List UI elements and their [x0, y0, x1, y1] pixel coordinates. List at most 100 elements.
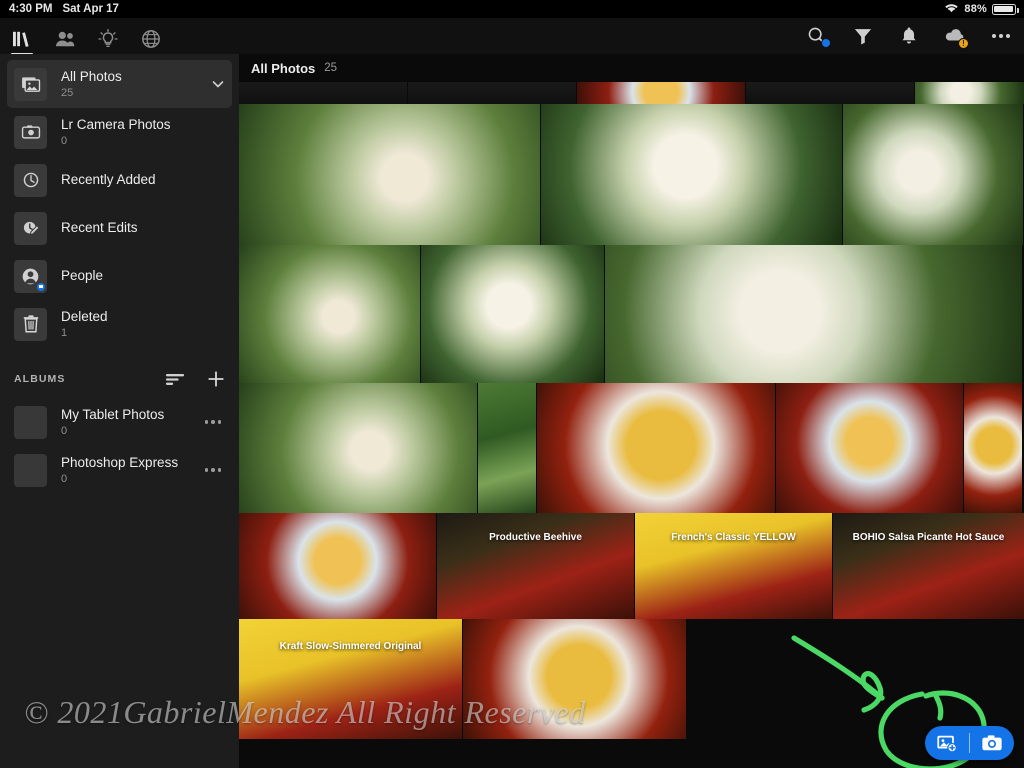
sidebar-item-text: My Tablet Photos 0: [61, 407, 164, 438]
plus-icon[interactable]: [207, 370, 225, 388]
person-badge-icon: [14, 259, 47, 293]
filter-icon[interactable]: [852, 25, 874, 47]
album-overflow-menu-icon[interactable]: [204, 468, 226, 472]
album-cover-thumbnail: [14, 453, 47, 487]
albums-section-header: ALBUMS: [14, 362, 225, 396]
page-title: All Photos: [251, 60, 316, 76]
sidebar-item-label: Lr Camera Photos: [61, 116, 171, 132]
app-top-navigation: !: [0, 18, 1024, 55]
sidebar-album-photoshop-express[interactable]: Photoshop Express 0: [7, 446, 232, 494]
photo-thumb[interactable]: [239, 104, 540, 245]
chevron-down-icon[interactable]: [211, 77, 225, 91]
sidebar-item-deleted[interactable]: Deleted 1: [7, 300, 232, 348]
photo-thumb-image: [635, 513, 832, 619]
photo-thumb-image: [463, 619, 686, 739]
photo-thumb-image: [239, 104, 540, 245]
photo-thumb[interactable]: BOHIO Salsa Picante Hot Sauce: [833, 513, 1024, 619]
photo-thumb[interactable]: [478, 383, 536, 513]
sidebar-item-lr-camera-photos[interactable]: Lr Camera Photos 0: [7, 108, 232, 156]
photo-thumb[interactable]: [537, 383, 775, 513]
battery-icon: [992, 3, 1019, 15]
photo-thumb-image: [833, 513, 1024, 619]
photo-thumb[interactable]: [964, 383, 1022, 513]
notifications-bell-icon[interactable]: [898, 25, 920, 47]
photo-thumb[interactable]: [408, 82, 576, 104]
sidebar-item-people[interactable]: People: [7, 252, 232, 300]
photo-thumb[interactable]: [843, 104, 1023, 245]
status-bar-right: 88%: [944, 2, 1024, 16]
photo-thumb-image: [541, 104, 842, 245]
photo-thumb-image: [537, 383, 775, 513]
photos-stack-icon: [14, 67, 47, 101]
recent-edits-icon: [14, 211, 47, 245]
battery-percent-label: 88%: [964, 3, 987, 15]
community-globe-icon[interactable]: [138, 24, 164, 54]
photo-thumb-image: [746, 82, 914, 104]
content-header: All Photos 25: [239, 54, 1024, 82]
sidebar-item-recent-edits[interactable]: Recent Edits: [7, 204, 232, 252]
photo-thumb-product-text: Kraft Slow-Simmered Original: [279, 640, 422, 652]
photo-thumb[interactable]: [746, 82, 914, 104]
sidebar-item-all-photos[interactable]: All Photos 25: [7, 60, 232, 108]
people-icon[interactable]: [52, 24, 78, 54]
photo-thumb[interactable]: [541, 104, 842, 245]
floating-action-button: [925, 726, 1014, 760]
photo-thumb[interactable]: [421, 245, 604, 383]
add-photo-icon[interactable]: [925, 726, 969, 760]
learn-bulb-icon[interactable]: [95, 24, 121, 54]
photo-thumb[interactable]: French's Classic YELLOW: [635, 513, 832, 619]
photo-thumb-product-text: BOHIO Salsa Picante Hot Sauce: [852, 532, 1005, 544]
photo-thumb[interactable]: [776, 383, 963, 513]
photo-thumb[interactable]: [239, 513, 436, 619]
photo-thumb[interactable]: [239, 82, 407, 104]
album-label: Photoshop Express: [61, 454, 179, 470]
search-badge: [821, 38, 831, 48]
photo-thumb[interactable]: Kraft Slow-Simmered Original: [239, 619, 462, 739]
photo-thumb[interactable]: [239, 383, 477, 513]
top-nav-left-group: [0, 18, 164, 55]
albums-header-actions: [165, 370, 225, 388]
overflow-menu-icon[interactable]: [990, 25, 1012, 47]
photo-grid: Productive Beehive French's Classic YELLO…: [239, 82, 1024, 768]
search-icon[interactable]: [806, 25, 831, 48]
photo-thumb[interactable]: [239, 245, 420, 383]
photo-thumb[interactable]: [577, 82, 745, 104]
sidebar-item-count: 25: [61, 86, 74, 99]
photo-thumb-image: [421, 245, 604, 383]
clock-icon: [14, 163, 47, 197]
sidebar-item-text: Deleted 1: [61, 309, 108, 340]
camera-icon[interactable]: [970, 726, 1014, 760]
sidebar-item-recently-added[interactable]: Recently Added: [7, 156, 232, 204]
sidebar-item-label: People: [61, 268, 104, 283]
lightroom-app-window: 4:30 PM Sat Apr 17 88% ! All Photos 25 L…: [0, 0, 1024, 768]
top-nav-right-group: !: [806, 25, 1024, 49]
photo-thumb[interactable]: [605, 245, 1022, 383]
trash-icon: [14, 307, 47, 341]
sidebar-item-text: All Photos 25: [61, 69, 122, 100]
sidebar-item-text: People: [61, 268, 103, 284]
people-sync-badge: [36, 281, 46, 292]
photo-thumb[interactable]: [463, 619, 686, 739]
album-label: My Tablet Photos: [61, 406, 165, 422]
sidebar-item-label: Deleted: [61, 308, 108, 324]
sidebar-album-my-tablet-photos[interactable]: My Tablet Photos 0: [7, 398, 232, 446]
photo-thumb-image: [577, 82, 745, 104]
photo-thumb-image: [478, 383, 536, 513]
album-overflow-menu-icon[interactable]: [204, 420, 226, 424]
system-status-bar: 4:30 PM Sat Apr 17 88%: [0, 0, 1024, 18]
photo-thumb[interactable]: Productive Beehive: [437, 513, 634, 619]
sidebar-item-label: Recently Added: [61, 172, 156, 187]
photo-thumb[interactable]: [915, 82, 1024, 104]
library-icon[interactable]: [9, 24, 35, 55]
photo-thumb-product-text: Productive Beehive: [489, 532, 582, 544]
album-count: 0: [61, 424, 68, 437]
sort-icon[interactable]: [165, 372, 185, 387]
photo-thumb-image: [239, 513, 436, 619]
cloud-sync-icon[interactable]: !: [944, 25, 969, 49]
sidebar-item-count: 0: [61, 134, 68, 147]
sidebar-item-label: Recent Edits: [61, 220, 138, 235]
page-photo-count: 25: [324, 62, 338, 74]
sidebar: All Photos 25 Lr Camera Photos 0 Recentl…: [0, 54, 239, 768]
album-count: 0: [61, 472, 68, 485]
photo-thumb-image: [239, 619, 462, 739]
